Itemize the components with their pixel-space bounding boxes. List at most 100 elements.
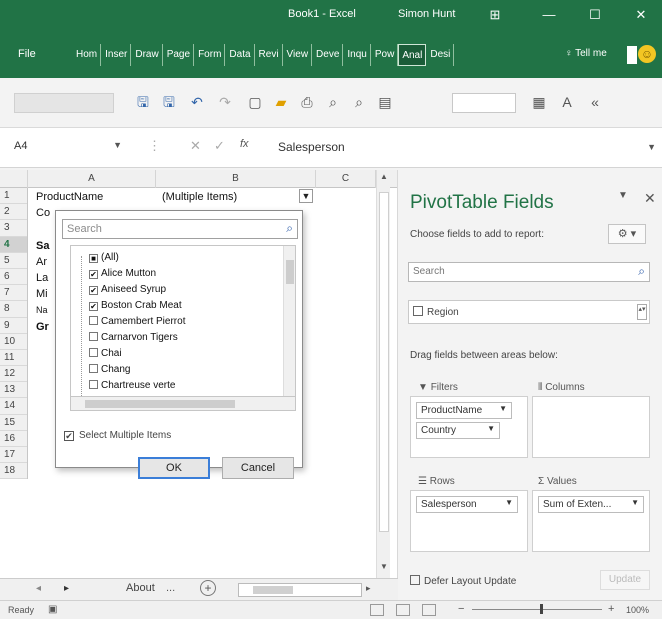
scroll-up-icon[interactable]: ▲ xyxy=(377,172,391,186)
field-list-scroll-icon[interactable]: ▴▾ xyxy=(637,304,647,320)
pane-options-icon[interactable]: ▼ xyxy=(618,190,628,201)
values-pill-sum[interactable]: Sum of Exten... ▼ xyxy=(538,496,644,513)
page-setup-icon[interactable]: ▤ xyxy=(374,91,396,113)
filter-item[interactable]: ✔ Boston Crab Meat xyxy=(89,300,182,314)
enter-icon[interactable]: ✓ xyxy=(214,138,225,154)
update-button[interactable]: Update xyxy=(600,570,650,590)
tab-developer[interactable]: Deve xyxy=(312,44,344,66)
maximize-button[interactable]: ☐ xyxy=(580,4,610,26)
tab-review[interactable]: Revi xyxy=(255,44,283,66)
rows-pill-salesperson[interactable]: Salesperson ▼ xyxy=(416,496,518,513)
row-header[interactable]: 11 xyxy=(0,350,27,367)
filter-item[interactable]: ✔ Aniseed Syrup xyxy=(89,284,166,298)
close-icon[interactable]: ✕ xyxy=(644,190,656,207)
gear-icon[interactable]: ⚙ ▾ xyxy=(608,224,646,244)
sheet-tab-about[interactable]: About xyxy=(126,582,155,594)
column-header-b[interactable]: B xyxy=(156,170,316,188)
filter-list-hscroll-thumb[interactable] xyxy=(85,400,235,408)
customize-toolbar-icon[interactable]: « xyxy=(584,91,606,113)
defer-layout-update-option[interactable]: Defer Layout Update xyxy=(410,575,516,587)
row-header[interactable]: 10 xyxy=(0,334,27,350)
row-header[interactable]: 2 xyxy=(0,204,27,221)
font-name-box[interactable] xyxy=(14,93,114,113)
page-layout-view-icon[interactable] xyxy=(396,604,410,616)
row-header[interactable]: 15 xyxy=(0,415,27,431)
horizontal-scrollbar[interactable] xyxy=(238,583,362,597)
row-header[interactable]: 13 xyxy=(0,382,27,399)
tab-draw[interactable]: Draw xyxy=(131,44,163,66)
filter-item[interactable]: Carnarvon Tigers xyxy=(89,332,178,346)
zoom-in-button[interactable]: + xyxy=(608,603,614,615)
name-box[interactable]: A4 ▼ xyxy=(14,140,124,158)
filter-list-scroll-thumb[interactable] xyxy=(286,260,294,284)
zoom-out-button[interactable]: − xyxy=(458,603,464,615)
select-all-corner[interactable] xyxy=(0,170,28,188)
row-header[interactable]: 7 xyxy=(0,285,27,302)
zoom-slider[interactable] xyxy=(472,609,602,610)
field-checkbox[interactable] xyxy=(413,306,423,316)
tab-file[interactable]: File xyxy=(18,48,36,60)
cell-b1[interactable]: (Multiple Items) xyxy=(162,191,237,203)
filter-item[interactable]: ✔ Alice Mutton xyxy=(89,268,156,282)
field-search-input[interactable]: Search ⌕ xyxy=(408,262,650,282)
zoom-slider-thumb[interactable] xyxy=(540,604,543,614)
filters-pill-country[interactable]: Country ▼ xyxy=(416,422,500,439)
row-header[interactable]: 5 xyxy=(0,253,27,269)
close-button[interactable]: ✕ xyxy=(626,4,656,26)
filter-item-checkbox[interactable] xyxy=(89,316,98,325)
row-header[interactable]: 8 xyxy=(0,301,27,318)
filter-item-checkbox[interactable] xyxy=(89,380,98,389)
insert-function-icon[interactable]: fx xyxy=(240,138,249,150)
sheet-nav-prev-icon[interactable]: ◂ xyxy=(36,583,41,594)
filter-item[interactable]: Chang xyxy=(89,364,130,378)
tell-me-search[interactable]: ♀ Tell me xyxy=(565,48,607,59)
row-header-selected[interactable]: 4 xyxy=(0,236,27,253)
chevron-down-icon[interactable]: ▼ xyxy=(505,498,513,507)
cell-a9[interactable]: Gr xyxy=(36,321,49,333)
row-header[interactable]: 1 xyxy=(0,188,27,205)
vertical-scrollbar[interactable]: ▲ ▼ xyxy=(376,170,390,578)
tab-view[interactable]: View xyxy=(283,44,313,66)
column-header-c[interactable]: C xyxy=(316,170,376,188)
zoom-level[interactable]: 100% xyxy=(626,605,649,615)
tab-page-layout[interactable]: Page xyxy=(163,44,195,66)
ribbon-display-options-icon[interactable]: ⊞ xyxy=(480,4,510,26)
filter-item-checkbox[interactable]: ■ xyxy=(89,254,98,263)
ok-button[interactable]: OK xyxy=(138,457,210,479)
formula-input[interactable]: Salesperson xyxy=(278,140,345,154)
filter-item-checkbox[interactable] xyxy=(89,332,98,341)
tab-inquire[interactable]: Inqu xyxy=(343,44,371,66)
filter-item-checkbox[interactable] xyxy=(89,364,98,373)
tab-home[interactable]: Hom xyxy=(72,44,102,66)
sheet-nav-next-icon[interactable]: ▸ xyxy=(64,583,69,594)
redo-icon[interactable]: ↷ xyxy=(214,91,236,113)
more-sheets-button[interactable]: ... xyxy=(166,582,175,594)
cell-a6[interactable]: La xyxy=(36,272,48,284)
undo-icon[interactable]: ↶ xyxy=(186,91,208,113)
minimize-button[interactable]: — xyxy=(534,4,564,26)
scroll-right-icon[interactable]: ▸ xyxy=(366,583,371,594)
macro-recording-icon[interactable]: ▣ xyxy=(48,604,57,615)
add-sheet-button[interactable]: + xyxy=(200,580,216,596)
filter-item[interactable]: ■ (All) xyxy=(89,252,119,266)
cell-a7[interactable]: Mi xyxy=(36,288,48,300)
cancel-button[interactable]: Cancel xyxy=(222,457,294,479)
filter-list-horizontal-scrollbar[interactable] xyxy=(70,397,296,411)
cell-a8[interactable]: Na xyxy=(36,305,48,315)
filter-search-input[interactable]: Search ⌕ xyxy=(62,219,298,239)
tab-formulas[interactable]: Form xyxy=(194,44,226,66)
hscroll-thumb[interactable] xyxy=(253,586,293,594)
filter-list-scrollbar[interactable] xyxy=(283,246,295,396)
tab-power-pivot[interactable]: Pow xyxy=(371,44,399,66)
normal-view-icon[interactable] xyxy=(370,604,384,616)
row-header[interactable]: 9 xyxy=(0,318,27,334)
font-size-box[interactable] xyxy=(452,93,516,113)
filter-item-checkbox[interactable]: ✔ xyxy=(89,286,98,295)
row-header[interactable]: 14 xyxy=(0,398,27,415)
filter-item[interactable]: Camembert Pierrot xyxy=(89,316,185,330)
cell-a2[interactable]: Co xyxy=(36,207,50,219)
chevron-down-icon[interactable]: ▼ xyxy=(487,424,495,433)
row-header[interactable]: 16 xyxy=(0,431,27,447)
format-icon[interactable]: ▦ xyxy=(528,91,550,113)
save-as-icon[interactable]: 🖫 xyxy=(158,91,180,113)
